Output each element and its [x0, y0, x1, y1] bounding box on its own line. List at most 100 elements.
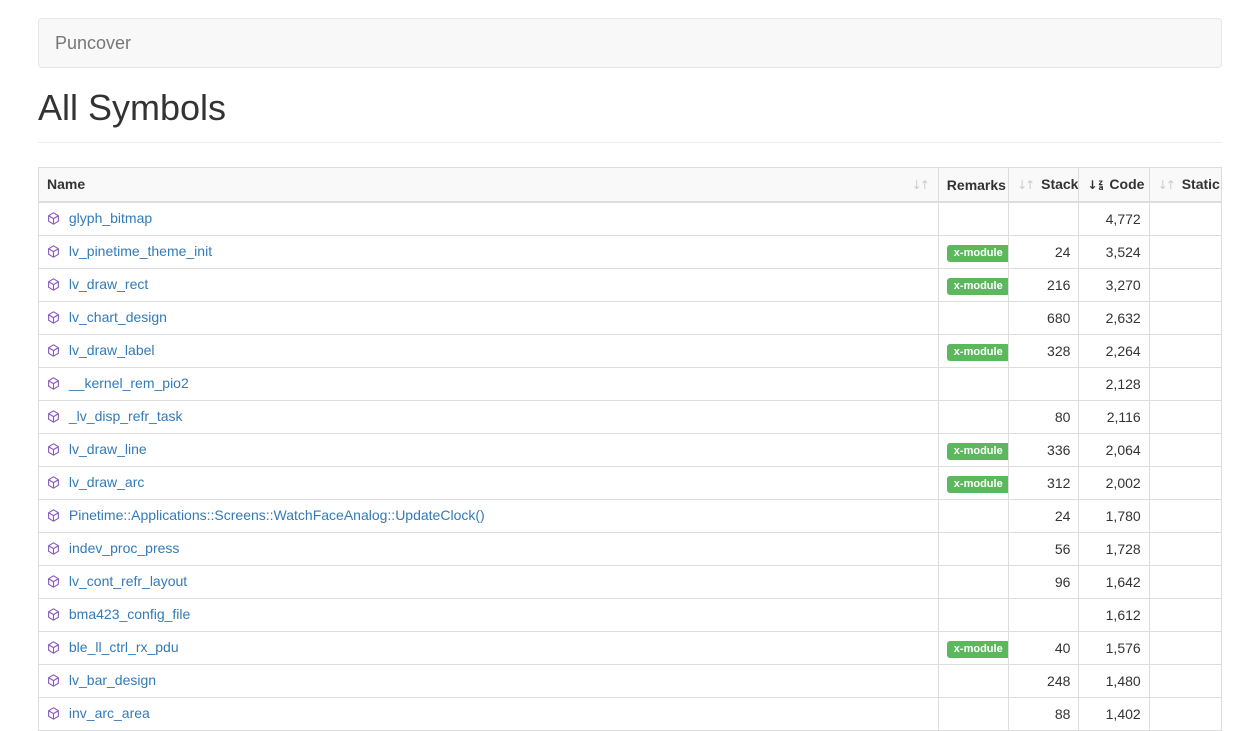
stack-value: 248 [1009, 665, 1079, 698]
symbol-link[interactable]: lv_draw_arc [69, 474, 144, 490]
stack-value: 88 [1009, 698, 1079, 731]
remarks-cell: x-module [938, 335, 1008, 368]
remarks-cell: x-module [938, 632, 1008, 665]
table-row: lv_pinetime_theme_init x-module 24 3,524 [39, 236, 1222, 269]
static-value [1149, 269, 1221, 302]
column-header-static[interactable]: ↓↑ Static [1149, 168, 1221, 203]
code-value: 1,728 [1079, 533, 1149, 566]
static-value [1149, 599, 1221, 632]
column-label-code: Code [1109, 176, 1144, 192]
navbar-brand-link[interactable]: Puncover [39, 19, 147, 67]
cube-icon [47, 276, 60, 296]
sort-up-down-icon: ↓↑ [1017, 175, 1035, 195]
symbols-table-body: glyph_bitmap 4,772 lv_pinetime_theme_ini… [39, 202, 1222, 731]
name-cell: lv_draw_label [39, 335, 939, 368]
symbol-link[interactable]: __kernel_rem_pio2 [69, 375, 189, 391]
stack-value: 40 [1009, 632, 1079, 665]
remarks-cell [938, 202, 1008, 236]
symbol-link[interactable]: lv_bar_design [69, 672, 156, 688]
name-cell: _lv_disp_refr_task [39, 401, 939, 434]
symbol-link[interactable]: lv_chart_design [69, 309, 167, 325]
stack-value: 80 [1009, 401, 1079, 434]
stack-value: 680 [1009, 302, 1079, 335]
remarks-cell: x-module [938, 269, 1008, 302]
remarks-cell [938, 698, 1008, 731]
name-cell: glyph_bitmap [39, 202, 939, 236]
symbol-link[interactable]: lv_pinetime_theme_init [69, 243, 212, 259]
code-value: 2,264 [1079, 335, 1149, 368]
stack-value: 328 [1009, 335, 1079, 368]
table-row: glyph_bitmap 4,772 [39, 202, 1222, 236]
static-value [1149, 533, 1221, 566]
code-value: 1,576 [1079, 632, 1149, 665]
static-value [1149, 434, 1221, 467]
cube-icon [47, 573, 60, 593]
table-row: _lv_disp_refr_task 80 2,116 [39, 401, 1222, 434]
remarks-cell: x-module [938, 236, 1008, 269]
name-cell: bma423_config_file [39, 599, 939, 632]
static-value [1149, 335, 1221, 368]
name-cell: lv_cont_refr_layout [39, 566, 939, 599]
name-cell: ble_ll_ctrl_rx_pdu [39, 632, 939, 665]
cube-icon [47, 210, 60, 230]
symbol-link[interactable]: inv_arc_area [69, 705, 150, 721]
page-title: All Symbols [38, 88, 1222, 128]
code-value: 2,128 [1079, 368, 1149, 401]
table-row: lv_draw_label x-module 328 2,264 [39, 335, 1222, 368]
column-label-static: Static [1182, 176, 1220, 192]
symbol-link[interactable]: indev_proc_press [69, 540, 180, 556]
page-header: All Symbols [38, 88, 1222, 143]
table-row: indev_proc_press 56 1,728 [39, 533, 1222, 566]
column-header-remarks: Remarks [938, 168, 1008, 203]
static-value [1149, 566, 1221, 599]
name-cell: lv_draw_rect [39, 269, 939, 302]
symbol-link[interactable]: lv_draw_rect [69, 276, 148, 292]
table-row: bma423_config_file 1,612 [39, 599, 1222, 632]
column-header-name[interactable]: Name ↓↑ [39, 168, 939, 203]
cube-icon [47, 342, 60, 362]
cube-icon [47, 375, 60, 395]
x-module-badge: x-module [947, 641, 1009, 658]
navbar: Puncover [38, 18, 1222, 68]
column-label-stack: Stack [1041, 176, 1078, 192]
stack-value: 96 [1009, 566, 1079, 599]
name-cell: lv_bar_design [39, 665, 939, 698]
name-cell: lv_draw_line [39, 434, 939, 467]
cube-icon [47, 441, 60, 461]
x-module-badge: x-module [947, 443, 1009, 460]
code-value: 3,270 [1079, 269, 1149, 302]
table-row: ble_ll_ctrl_rx_pdu x-module 40 1,576 [39, 632, 1222, 665]
symbol-link[interactable]: Pinetime::Applications::Screens::WatchFa… [69, 507, 485, 523]
table-row: lv_bar_design 248 1,480 [39, 665, 1222, 698]
stack-value: 312 [1009, 467, 1079, 500]
name-cell: indev_proc_press [39, 533, 939, 566]
symbol-link[interactable]: bma423_config_file [69, 606, 190, 622]
code-value: 3,524 [1079, 236, 1149, 269]
symbol-link[interactable]: lv_cont_refr_layout [69, 573, 187, 589]
code-value: 1,642 [1079, 566, 1149, 599]
symbol-link[interactable]: _lv_disp_refr_task [69, 408, 183, 424]
remarks-cell [938, 665, 1008, 698]
x-module-badge: x-module [947, 278, 1009, 295]
static-value [1149, 665, 1221, 698]
column-header-code[interactable]: ↓za Code [1079, 168, 1149, 203]
symbol-link[interactable]: ble_ll_ctrl_rx_pdu [69, 639, 179, 655]
column-header-stack[interactable]: ↓↑ Stack [1009, 168, 1079, 203]
stack-value: 216 [1009, 269, 1079, 302]
static-value [1149, 632, 1221, 665]
static-value [1149, 302, 1221, 335]
symbol-link[interactable]: glyph_bitmap [69, 210, 152, 226]
column-label-remarks: Remarks [947, 177, 1006, 193]
code-value: 2,002 [1079, 467, 1149, 500]
table-row: lv_draw_line x-module 336 2,064 [39, 434, 1222, 467]
symbol-link[interactable]: lv_draw_line [69, 441, 147, 457]
sort-up-down-icon: ↓↑ [912, 175, 930, 195]
symbol-link[interactable]: lv_draw_label [69, 342, 155, 358]
static-value [1149, 202, 1221, 236]
stack-value: 24 [1009, 500, 1079, 533]
page-container: Puncover All Symbols Name ↓↑ Remarks ↓↑ [0, 18, 1260, 731]
stack-value: 24 [1009, 236, 1079, 269]
x-module-badge: x-module [947, 344, 1009, 361]
remarks-cell [938, 302, 1008, 335]
remarks-cell [938, 368, 1008, 401]
